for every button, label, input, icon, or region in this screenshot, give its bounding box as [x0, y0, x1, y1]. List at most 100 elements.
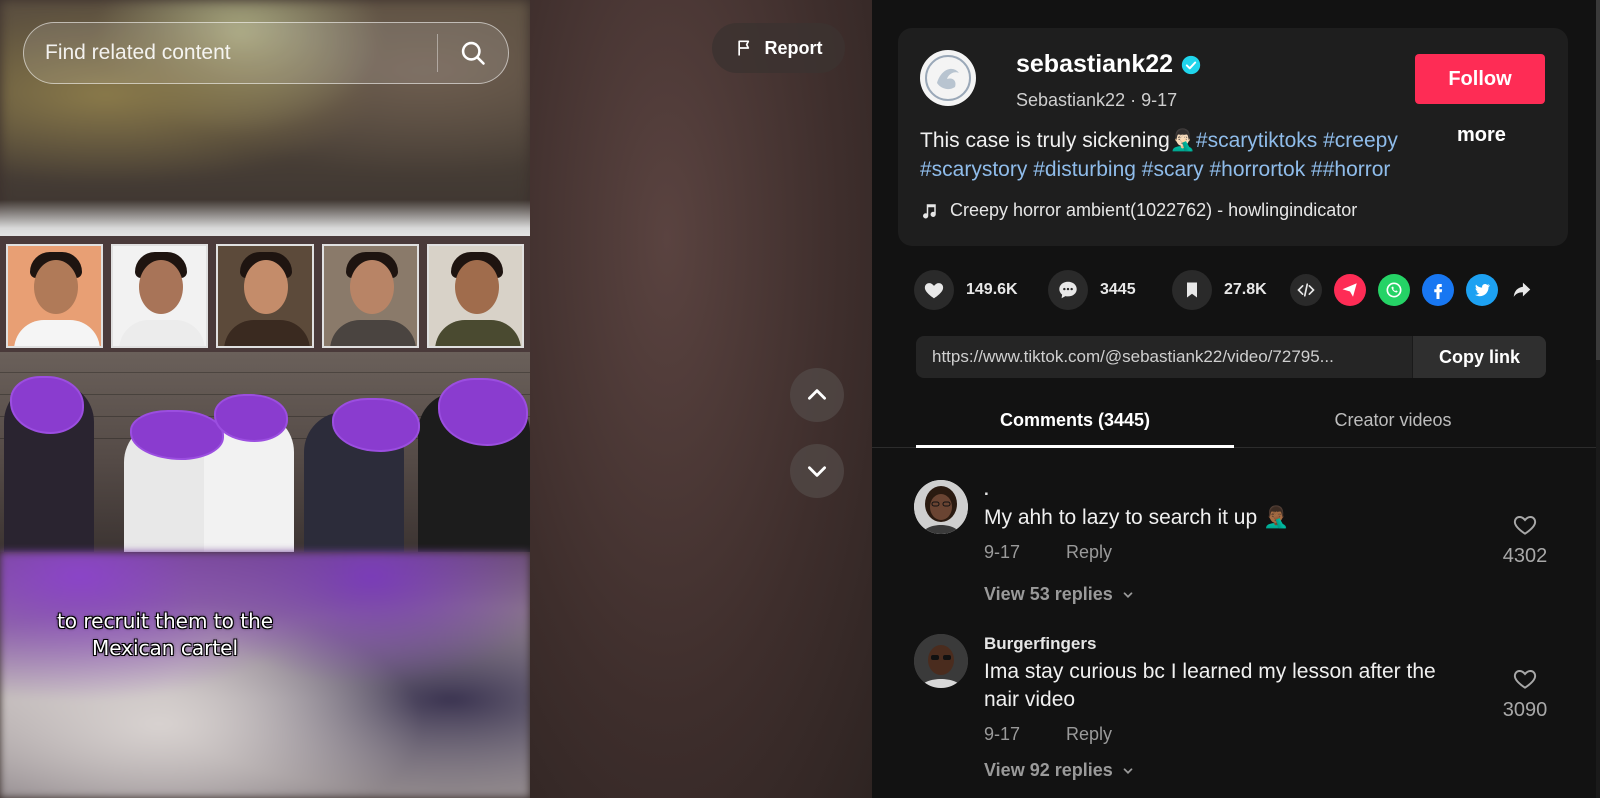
previous-video-button[interactable] [790, 368, 844, 422]
comment-icon [1059, 281, 1077, 299]
view-replies-button[interactable]: View 92 replies [984, 760, 1135, 781]
embed-icon [1297, 283, 1315, 297]
heart-outline-icon [1513, 516, 1537, 535]
hashtag-link[interactable]: #horrortok [1209, 158, 1305, 181]
commenter-username[interactable]: . [984, 480, 989, 500]
search-button[interactable] [438, 22, 508, 84]
verified-badge-icon [1181, 55, 1201, 74]
like-count: 149.6K [966, 281, 1018, 298]
chevron-down-icon [1123, 591, 1133, 598]
hashtag-link[interactable]: #disturbing [1033, 158, 1136, 181]
embed-button[interactable] [1290, 274, 1322, 306]
side-panel: sebastiank22 Sebastiank22 · 9-17 Follow … [872, 0, 1600, 798]
share-arrow-icon [1513, 282, 1531, 297]
photo-portrait [216, 244, 314, 348]
post-date: 9-17 [1141, 90, 1178, 110]
send-icon [1342, 283, 1357, 297]
report-button[interactable]: Report [712, 23, 845, 73]
search-input[interactable] [24, 41, 437, 65]
flag-icon [737, 40, 749, 56]
action-bar: 149.6K 3445 27.8K [914, 270, 1564, 310]
view-replies-button[interactable]: View 53 replies [984, 584, 1135, 605]
comment-like-count: 3090 [1502, 699, 1548, 721]
hashtag-link[interactable]: #scary [1142, 158, 1204, 181]
view-replies-label: View 53 replies [984, 584, 1113, 604]
author-display-name: Sebastiank22 [1016, 90, 1126, 110]
chevron-up-icon [808, 389, 826, 400]
video-photo-strip [0, 236, 530, 352]
author-card: sebastiank22 Sebastiank22 · 9-17 Follow … [898, 28, 1568, 246]
comment-like-button[interactable]: 4302 [1490, 512, 1560, 568]
tab-creator-videos[interactable]: Creator videos [1234, 396, 1552, 448]
facebook-icon [1434, 284, 1443, 299]
more-share-button[interactable] [1506, 274, 1538, 306]
like-button[interactable]: 149.6K [914, 270, 1018, 310]
video-blurred-bottom [0, 552, 530, 798]
music-link[interactable]: Creepy horror ambient(1022762) - howling… [920, 200, 1357, 221]
hashtag-link[interactable]: #scarystory [920, 158, 1027, 181]
more-button[interactable]: more [1457, 124, 1506, 147]
comment-meta: 9-17 Reply [984, 724, 1112, 745]
save-button[interactable]: 27.8K [1172, 270, 1267, 310]
music-title: Creepy horror ambient(1022762) - howling… [950, 200, 1358, 220]
avatar-emblem-icon [925, 55, 971, 101]
description-text: This case is truly sickening🤦🏻‍♂️ [920, 129, 1196, 152]
photo-portrait [426, 244, 525, 348]
share-url[interactable]: https://www.tiktok.com/@sebastiank22/vid… [916, 347, 1412, 367]
send-to-friends-button[interactable] [1334, 274, 1366, 306]
search-bar [23, 22, 509, 84]
comment-text: My ahh to lazy to search it up 🤦🏾‍♂️ [984, 506, 1290, 529]
hashtag-link[interactable]: #scarytiktoks [1196, 129, 1317, 152]
facebook-share-button[interactable] [1422, 274, 1454, 306]
commenter-avatar[interactable] [914, 480, 968, 534]
reply-button[interactable]: Reply [1066, 542, 1112, 563]
photo-portrait [321, 244, 419, 348]
follow-button[interactable]: Follow [1415, 54, 1545, 104]
comment-like-count: 4302 [1502, 545, 1548, 567]
save-count: 27.8K [1224, 281, 1267, 298]
comment-text: Ima stay curious bc I learned my lesson … [984, 660, 1436, 711]
comment-button[interactable]: 3445 [1048, 270, 1136, 310]
video-description: This case is truly sickening🤦🏻‍♂️#scaryt… [920, 126, 1475, 184]
hashtag-link[interactable]: #creepy [1323, 129, 1398, 152]
heart-icon [924, 283, 944, 299]
scrollbar-thumb[interactable] [1596, 0, 1600, 360]
next-video-button[interactable] [790, 444, 844, 498]
author-username[interactable]: sebastiank22 [1016, 50, 1201, 79]
share-link-row: https://www.tiktok.com/@sebastiank22/vid… [916, 336, 1546, 378]
music-note-icon [923, 203, 936, 218]
commenter-avatar[interactable] [914, 634, 968, 688]
copy-link-button[interactable]: Copy link [1412, 336, 1546, 378]
tab-comments[interactable]: Comments (3445) [916, 396, 1234, 448]
twitter-share-button[interactable] [1466, 274, 1498, 306]
author-username-text: sebastiank22 [1016, 50, 1174, 78]
comment-like-button[interactable]: 3090 [1490, 666, 1560, 722]
video-light-band [0, 200, 530, 240]
panel-tabs: Comments (3445) Creator videos [872, 396, 1600, 448]
twitter-icon [1474, 283, 1491, 297]
commenter-username[interactable]: Burgerfingers [984, 634, 1096, 654]
comment-meta: 9-17 Reply [984, 542, 1112, 563]
author-subline: Sebastiank22 · 9-17 [1016, 90, 1177, 111]
bookmark-icon [1187, 282, 1197, 298]
video-player[interactable]: to recruit them to the Mexican cartel [0, 0, 530, 798]
view-replies-label: View 92 replies [984, 760, 1113, 780]
search-icon [461, 41, 485, 65]
video-stage: to recruit them to the Mexican cartel Re… [0, 0, 872, 798]
photo-portrait [6, 244, 104, 348]
heart-outline-icon [1513, 670, 1537, 689]
comment-count: 3445 [1100, 281, 1136, 298]
author-avatar[interactable] [920, 50, 976, 106]
comment-date: 9-17 [984, 724, 1021, 744]
reply-button[interactable]: Reply [1066, 724, 1112, 745]
whatsapp-icon [1386, 282, 1402, 298]
photo-portrait [111, 244, 209, 348]
chevron-down-icon [1123, 767, 1133, 774]
report-label: Report [764, 37, 823, 58]
comment-date: 9-17 [984, 542, 1021, 562]
whatsapp-share-button[interactable] [1378, 274, 1410, 306]
video-caption: to recruit them to the Mexican cartel [56, 609, 274, 660]
hashtag-link[interactable]: ##horror [1311, 158, 1390, 181]
video-group-photo [0, 352, 530, 552]
chevron-down-icon [808, 466, 826, 477]
